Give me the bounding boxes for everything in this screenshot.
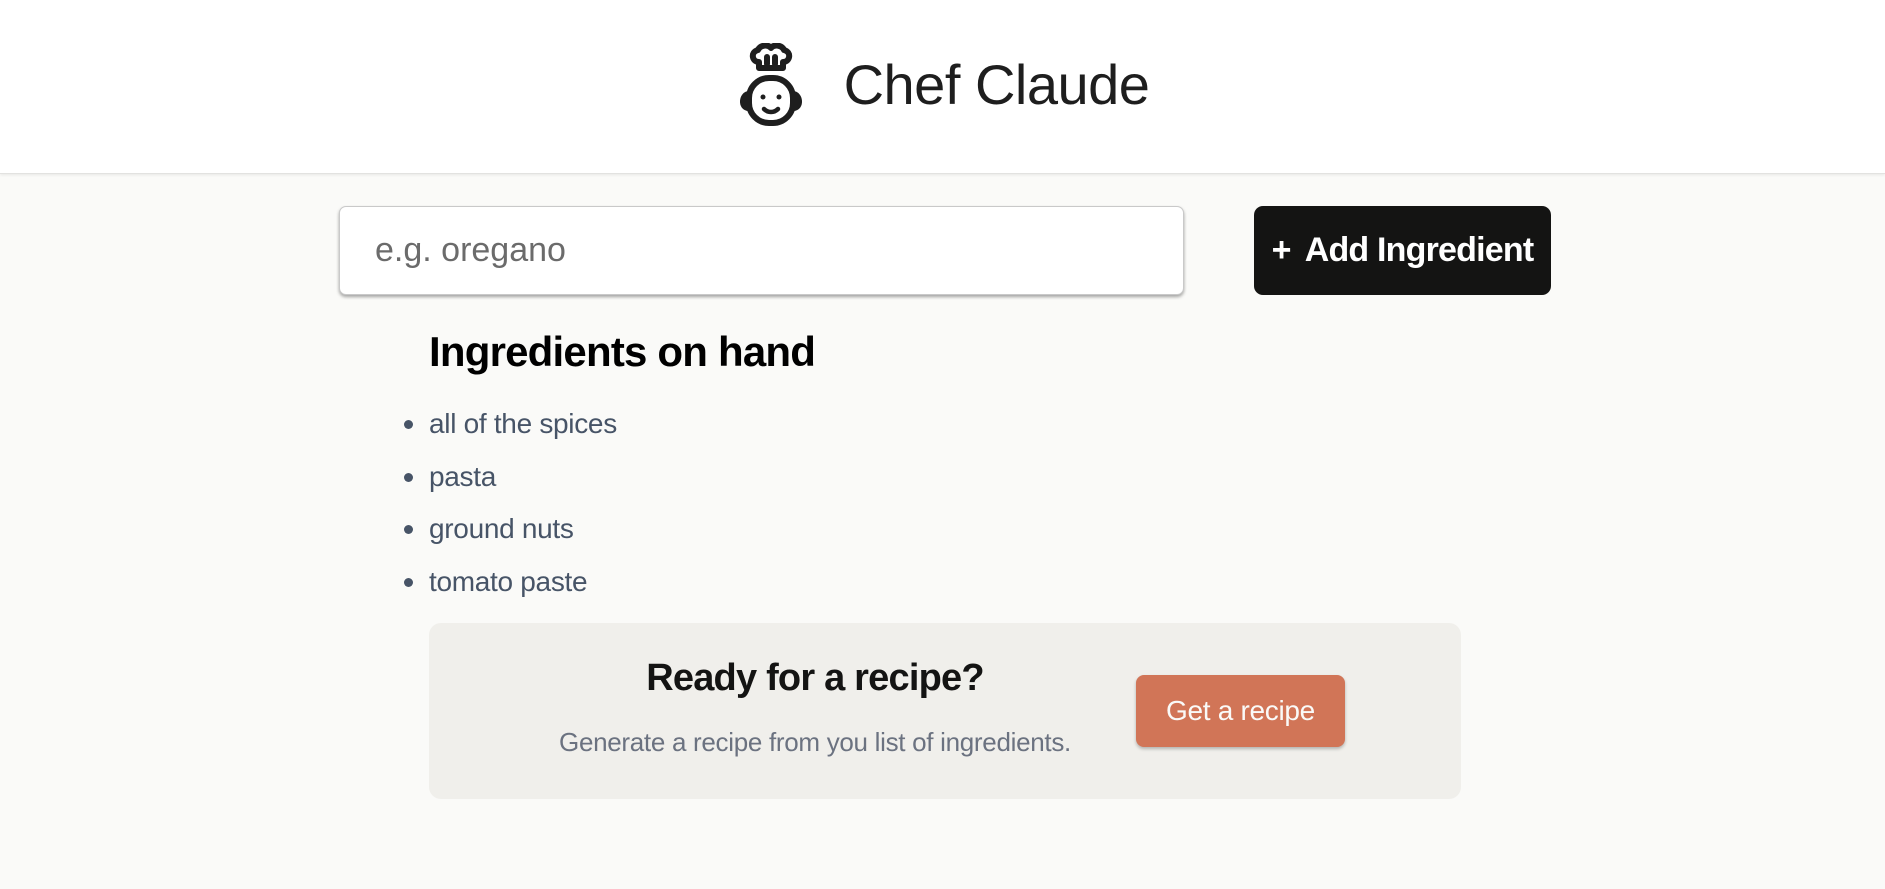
ingredient-item: pasta — [398, 451, 617, 504]
app-title: Chef Claude — [843, 53, 1150, 116]
ingredient-item: all of the spices — [398, 398, 617, 451]
ingredient-item: ground nuts — [398, 503, 617, 556]
app-header: Chef Claude — [0, 0, 1885, 174]
ingredient-label: all of the spices — [429, 408, 617, 439]
ingredient-list: all of the spices pasta ground nuts toma… — [398, 398, 617, 608]
ingredient-label: pasta — [429, 460, 496, 492]
ingredients-heading: Ingredients on hand — [429, 328, 816, 375]
ingredient-item: tomato paste — [398, 556, 617, 609]
ingredient-input[interactable] — [339, 206, 1184, 295]
ingredient-label: tomato paste — [429, 565, 588, 597]
chef-robot-icon — [736, 42, 810, 131]
bullet-icon — [404, 525, 413, 534]
get-recipe-panel: Ready for a recipe? Generate a recipe fr… — [429, 623, 1461, 799]
get-recipe-button[interactable]: Get a recipe — [1136, 675, 1345, 747]
bullet-icon — [404, 420, 413, 429]
bullet-icon — [404, 472, 413, 482]
add-ingredient-button[interactable]: + Add Ingredient — [1254, 206, 1551, 295]
add-ingredient-label: Add Ingredient — [1304, 231, 1534, 269]
panel-subtitle: Generate a recipe from you list of ingre… — [559, 727, 1071, 757]
panel-title: Ready for a recipe? — [646, 657, 984, 699]
ingredient-label: ground nuts — [429, 513, 574, 544]
bullet-icon — [404, 577, 413, 587]
plus-icon: + — [1271, 231, 1292, 269]
